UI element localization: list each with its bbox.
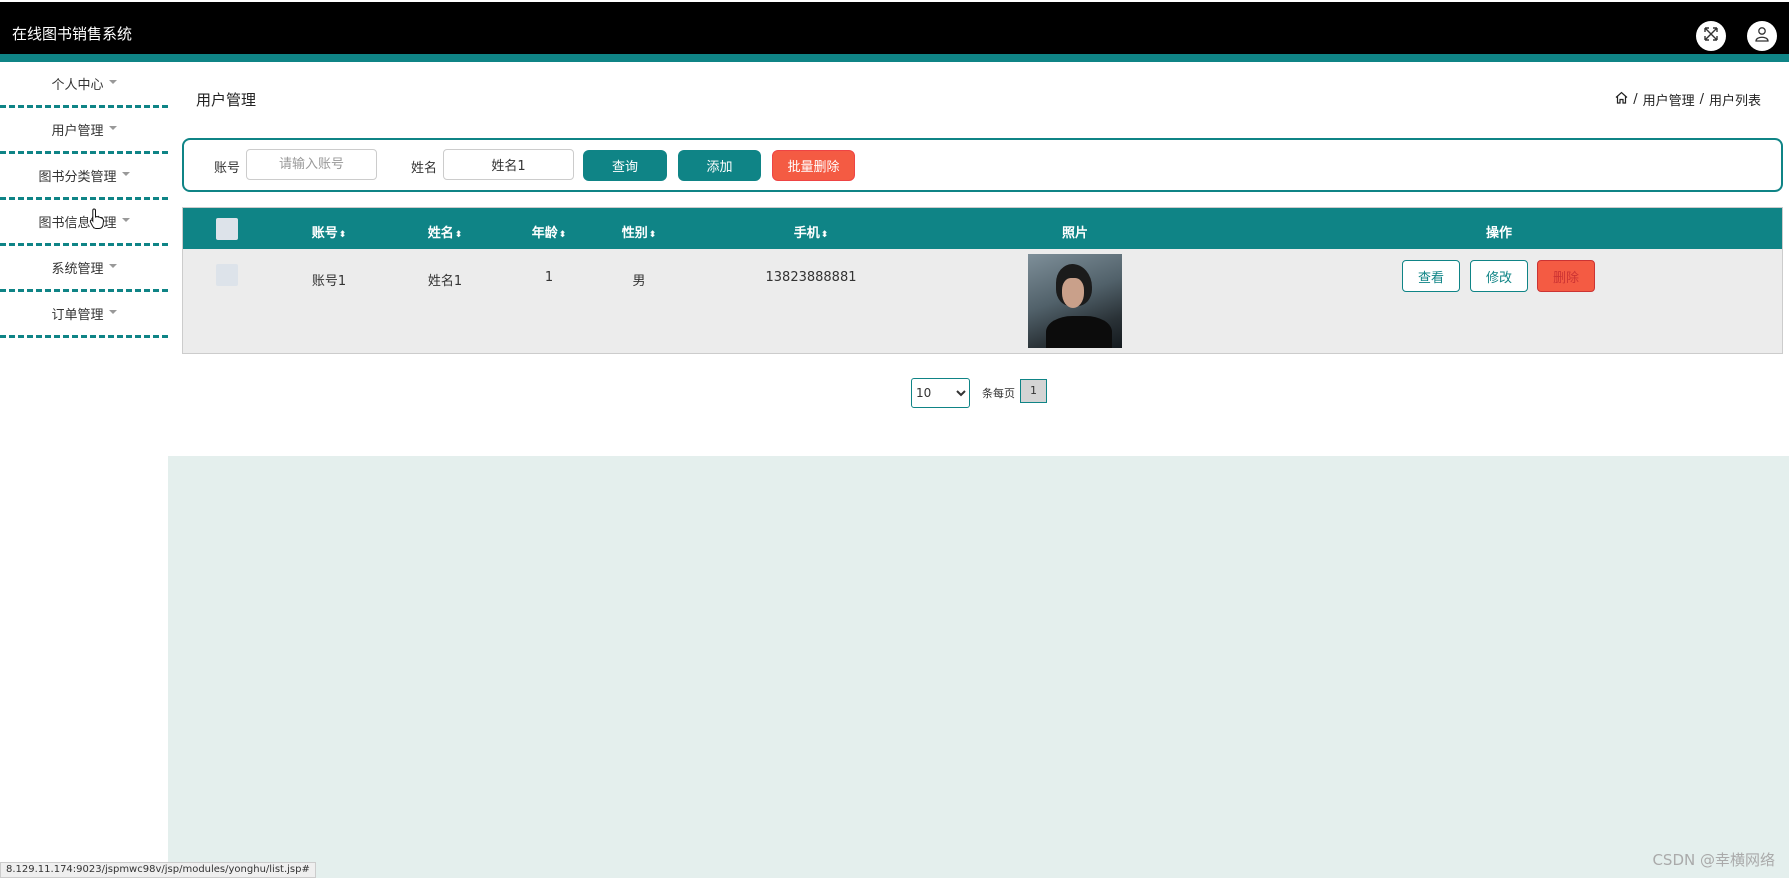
table-row: 账号1 姓名1 1 男 13823888881 查看 修改 删除 xyxy=(183,249,1782,353)
fullscreen-button[interactable] xyxy=(1696,21,1726,51)
hand-cursor-icon xyxy=(89,208,105,234)
pagination: 10 条每页 1 xyxy=(911,378,1047,408)
search-panel: 账号 姓名 查询 添加 批量删除 xyxy=(182,138,1783,192)
fullscreen-icon xyxy=(1703,26,1719,46)
sidebar: 个人中心 用户管理 图书分类管理 图书信息管理 系统管理 订单管理 xyxy=(0,62,168,338)
page-title: 用户管理 xyxy=(196,91,257,109)
cell-age: 1 xyxy=(544,270,554,285)
status-bar-url: 8.129.11.174:9023/jspmwc98v/jsp/modules/… xyxy=(0,862,316,878)
breadcrumb: / 用户管理 / 用户列表 xyxy=(1615,90,1761,109)
header-accent-strip xyxy=(0,54,1789,62)
column-header-account[interactable]: 账号⬍ xyxy=(312,222,347,241)
home-icon[interactable] xyxy=(1615,91,1628,108)
caret-down-icon xyxy=(108,79,117,84)
cell-phone: 13823888881 xyxy=(765,270,857,285)
breadcrumb-item: 用户列表 xyxy=(1708,94,1761,109)
sort-icon: ⬍ xyxy=(558,230,567,240)
delete-button[interactable]: 删除 xyxy=(1537,260,1595,292)
caret-down-icon xyxy=(108,263,117,268)
query-button[interactable]: 查询 xyxy=(583,150,667,181)
user-photo xyxy=(1028,254,1122,348)
sidebar-item-personal-center[interactable]: 个人中心 xyxy=(0,62,168,108)
sort-icon: ⬍ xyxy=(820,230,829,240)
column-header-age[interactable]: 年龄⬍ xyxy=(532,222,567,241)
sidebar-item-label: 系统管理 xyxy=(51,262,104,277)
watermark: CSDN @幸横网络 xyxy=(1652,851,1775,869)
sort-icon: ⬍ xyxy=(648,230,657,240)
breadcrumb-separator: / xyxy=(1699,92,1704,107)
select-all-checkbox[interactable] xyxy=(216,218,238,240)
sidebar-item-book-info[interactable]: 图书信息管理 xyxy=(0,200,168,246)
column-header-name[interactable]: 姓名⬍ xyxy=(428,222,463,241)
add-button[interactable]: 添加 xyxy=(678,150,761,181)
per-page-label: 条每页 xyxy=(982,387,1015,400)
sidebar-item-label: 个人中心 xyxy=(51,78,104,93)
column-header-phone[interactable]: 手机⬍ xyxy=(794,222,829,241)
page-number-button[interactable]: 1 xyxy=(1020,378,1047,403)
view-button[interactable]: 查看 xyxy=(1402,260,1460,292)
account-label: 账号 xyxy=(214,161,241,176)
sidebar-item-label: 用户管理 xyxy=(51,124,104,139)
caret-down-icon xyxy=(121,171,130,176)
page-size-select[interactable]: 10 xyxy=(911,378,970,408)
caret-down-icon xyxy=(121,217,130,222)
sidebar-item-label: 图书分类管理 xyxy=(38,170,117,185)
account-input[interactable] xyxy=(246,149,377,180)
sidebar-item-orders[interactable]: 订单管理 xyxy=(0,292,168,338)
column-header-gender[interactable]: 性别⬍ xyxy=(622,222,657,241)
column-header-actions: 操作 xyxy=(1485,226,1513,241)
row-checkbox[interactable] xyxy=(216,264,238,286)
top-header: 在线图书销售系统 xyxy=(0,0,1789,62)
cell-account: 账号1 xyxy=(311,274,347,289)
sidebar-item-system[interactable]: 系统管理 xyxy=(0,246,168,292)
column-header-photo: 照片 xyxy=(1061,226,1089,241)
user-icon xyxy=(1754,26,1770,46)
content-background xyxy=(168,456,1789,878)
breadcrumb-separator: / xyxy=(1633,92,1638,107)
edit-button[interactable]: 修改 xyxy=(1470,260,1528,292)
sidebar-item-user-management[interactable]: 用户管理 xyxy=(0,108,168,154)
cell-gender: 男 xyxy=(632,274,646,289)
name-label: 姓名 xyxy=(411,161,438,176)
data-table: 账号⬍ 姓名⬍ 年龄⬍ 性别⬍ 手机⬍ 照片 操作 账号1 姓名1 1 男 13… xyxy=(182,207,1783,354)
breadcrumb-item[interactable]: 用户管理 xyxy=(1643,90,1695,109)
sort-icon: ⬍ xyxy=(454,230,463,240)
batch-delete-button[interactable]: 批量删除 xyxy=(772,150,855,181)
name-input[interactable] xyxy=(443,149,574,180)
sort-icon: ⬍ xyxy=(338,230,347,240)
app-title: 在线图书销售系统 xyxy=(12,25,133,43)
caret-down-icon xyxy=(108,309,117,314)
cell-name: 姓名1 xyxy=(427,274,463,289)
sidebar-item-label: 订单管理 xyxy=(51,308,104,323)
user-button[interactable] xyxy=(1747,21,1777,51)
table-header: 账号⬍ 姓名⬍ 年龄⬍ 性别⬍ 手机⬍ 照片 操作 xyxy=(183,208,1782,249)
caret-down-icon xyxy=(108,125,117,130)
sidebar-item-book-category[interactable]: 图书分类管理 xyxy=(0,154,168,200)
